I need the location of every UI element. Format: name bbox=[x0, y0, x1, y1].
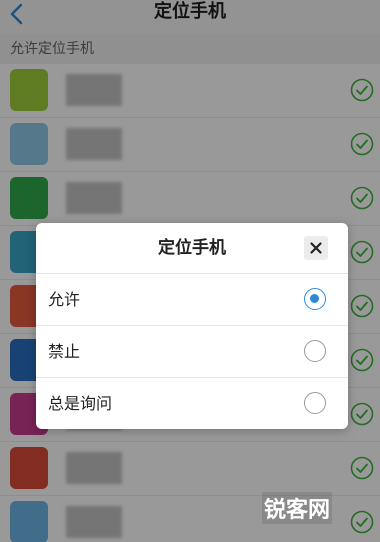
option-label: 允许 bbox=[48, 290, 81, 309]
watermark: 锐客网 bbox=[261, 492, 332, 524]
radio-button[interactable] bbox=[304, 392, 326, 414]
close-icon bbox=[310, 242, 322, 254]
radio-button-selected[interactable] bbox=[304, 288, 326, 310]
dialog-option[interactable]: 允许 bbox=[36, 274, 348, 326]
dialog-header: 定位手机 bbox=[36, 223, 348, 274]
option-label: 禁止 bbox=[48, 342, 81, 361]
option-label: 总是询问 bbox=[48, 394, 113, 413]
close-button[interactable] bbox=[304, 236, 328, 260]
dialog-options: 允许 禁止 总是询问 bbox=[36, 274, 348, 429]
dialog-option[interactable]: 总是询问 bbox=[36, 378, 348, 429]
screen: 定位手机 允许定位手机 定位手机 允许 禁止 总是询问 锐客网 bbox=[0, 0, 380, 542]
dialog-title: 定位手机 bbox=[158, 238, 226, 258]
dialog-option[interactable]: 禁止 bbox=[36, 326, 348, 378]
location-permission-dialog: 定位手机 允许禁止总是询问 bbox=[36, 223, 348, 429]
radio-button[interactable] bbox=[304, 340, 326, 362]
